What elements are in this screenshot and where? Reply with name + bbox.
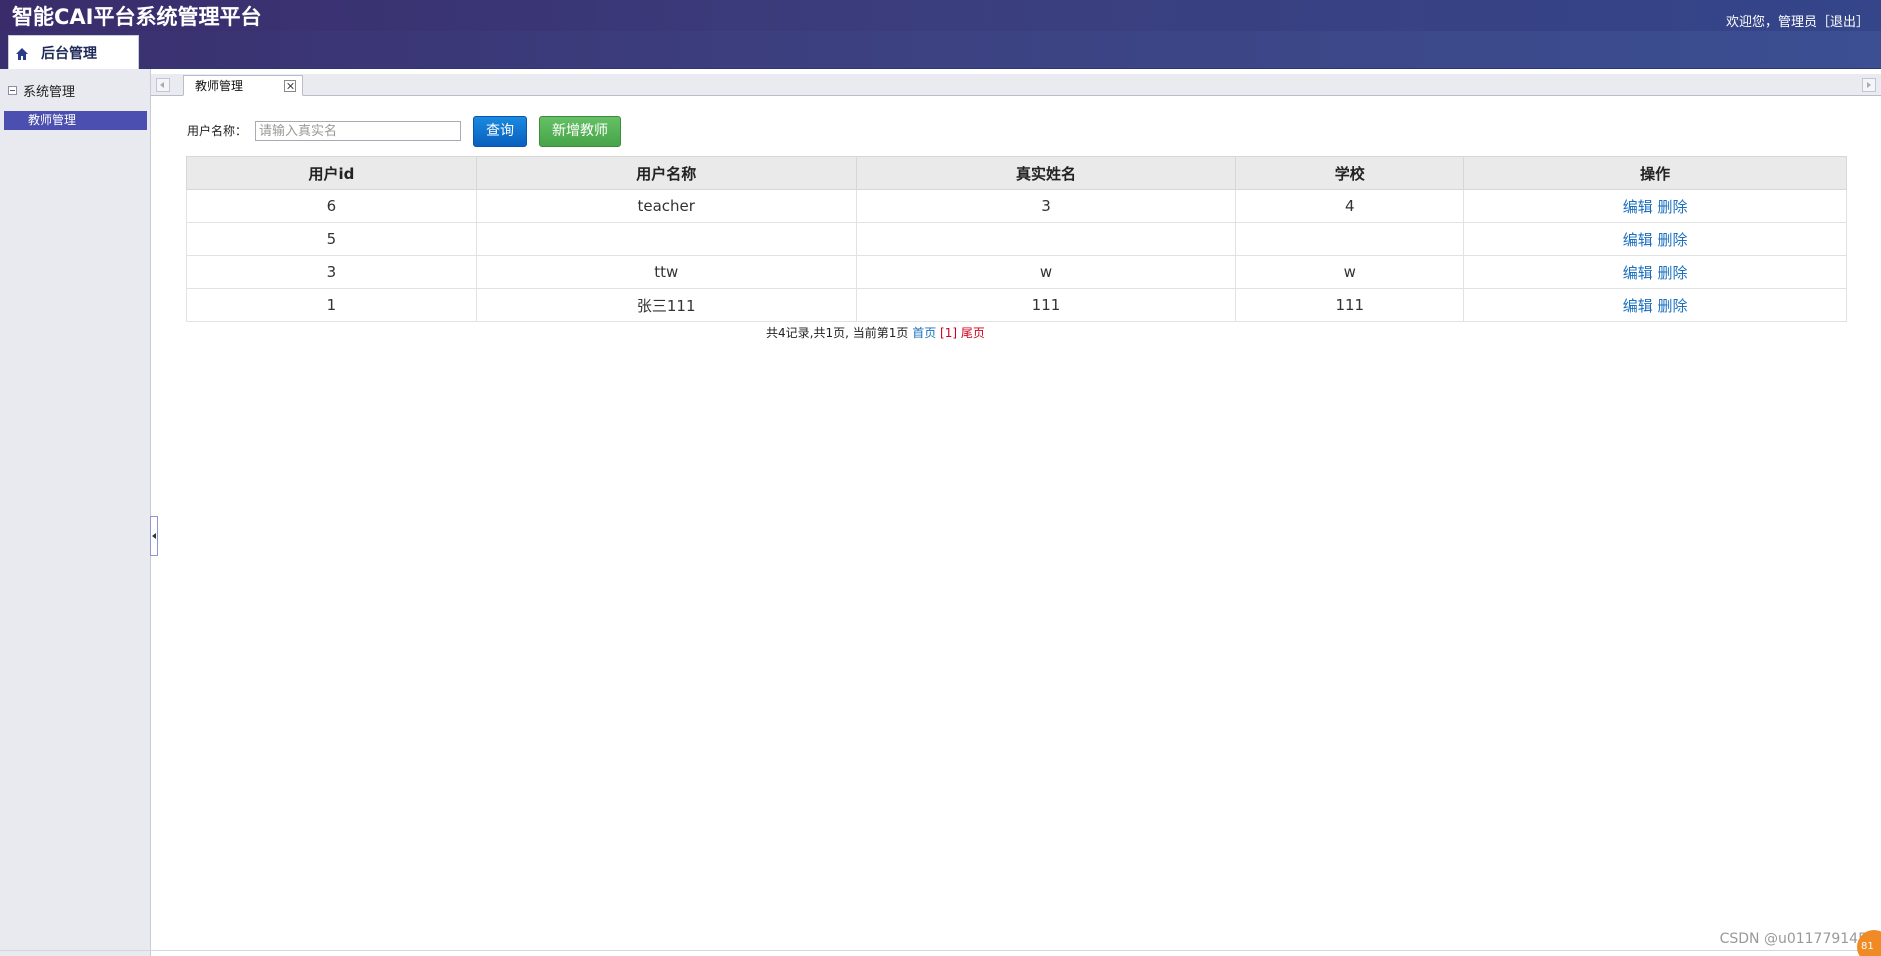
table-row: 3 ttw w w 编辑 删除 (186, 255, 1847, 289)
column-header-username: 用户名称 (475, 156, 857, 190)
tab-scroll-left-icon[interactable] (156, 78, 170, 92)
column-header-school: 学校 (1235, 156, 1465, 190)
cell-id: 1 (186, 288, 477, 322)
pagination-summary: 共4记录,共1页, 当前第1页 (766, 326, 909, 340)
bottom-divider (0, 950, 1881, 951)
home-icon (15, 46, 29, 60)
delete-link[interactable]: 删除 (1658, 264, 1688, 282)
cell-realname: w (855, 255, 1237, 289)
current-page-indicator: [1] (940, 326, 958, 340)
add-teacher-button[interactable]: 新增教师 (539, 116, 621, 147)
teacher-table: 用户id 用户名称 真实姓名 学校 操作 6 teacher 3 4 编辑 删除… (186, 156, 1847, 322)
delete-link[interactable]: 删除 (1658, 297, 1688, 315)
sidebar-section-label: 系统管理 (23, 85, 76, 100)
cell-school (1235, 222, 1465, 256)
delete-link[interactable]: 删除 (1658, 231, 1688, 249)
tab-close-icon[interactable] (284, 80, 296, 92)
cell-realname: 111 (855, 288, 1237, 322)
cell-realname: 3 (855, 189, 1237, 223)
cell-school: 4 (1235, 189, 1465, 223)
cell-actions: 编辑 删除 (1463, 189, 1847, 223)
table-row: 6 teacher 3 4 编辑 删除 (186, 189, 1847, 223)
tab-scroll-right-icon[interactable] (1862, 78, 1876, 92)
cell-username: teacher (475, 189, 857, 223)
realname-search-input[interactable] (255, 121, 461, 141)
column-header-id: 用户id (186, 156, 477, 190)
sidebar-section-system[interactable]: 系统管理 (8, 81, 75, 100)
tab-label: 教师管理 (195, 79, 244, 93)
delete-link[interactable]: 删除 (1658, 198, 1688, 216)
logout-link[interactable]: ［退出］ (1817, 15, 1869, 30)
main-tab-label: 后台管理 (41, 45, 97, 62)
cell-id: 5 (186, 222, 477, 256)
sidebar-collapse-handle[interactable] (150, 516, 158, 556)
app-title: 智能CAI平台系统管理平台 (12, 5, 262, 29)
cell-realname (855, 222, 1237, 256)
cell-username: ttw (475, 255, 857, 289)
cell-actions: 编辑 删除 (1463, 222, 1847, 256)
welcome-text: 欢迎您，管理员 (1725, 15, 1817, 30)
sidebar: 系统管理 教师管理 (0, 69, 151, 956)
column-header-actions: 操作 (1463, 156, 1847, 190)
csdn-watermark: CSDN @u011779145 (1719, 931, 1867, 947)
cell-school: 111 (1235, 288, 1465, 322)
table-row: 1 张三111 111 111 编辑 删除 (186, 288, 1847, 322)
cell-id: 6 (186, 189, 477, 223)
query-button[interactable]: 查询 (473, 116, 527, 147)
edit-link[interactable]: 编辑 (1623, 264, 1653, 282)
top-header: 智能CAI平台系统管理平台 欢迎您，管理员［退出］ (0, 0, 1881, 31)
table-header-row: 用户id 用户名称 真实姓名 学校 操作 (186, 156, 1847, 190)
pagination: 共4记录,共1页, 当前第1页 首页 [1] 尾页 (766, 324, 985, 341)
main-tab-admin[interactable]: 后台管理 (8, 35, 139, 69)
main-tab-bar: 后台管理 (0, 31, 1881, 69)
cell-username (475, 222, 857, 256)
edit-link[interactable]: 编辑 (1623, 198, 1653, 216)
edit-link[interactable]: 编辑 (1623, 231, 1653, 249)
cell-school: w (1235, 255, 1465, 289)
cell-id: 3 (186, 255, 477, 289)
last-page-link[interactable]: 尾页 (961, 326, 985, 340)
table-row: 5 编辑 删除 (186, 222, 1847, 256)
column-header-realname: 真实姓名 (855, 156, 1237, 190)
search-label: 用户名称： (187, 124, 248, 138)
content-tab-strip: 教师管理 (151, 74, 1881, 96)
edit-link[interactable]: 编辑 (1623, 297, 1653, 315)
tab-teacher-management[interactable]: 教师管理 (183, 75, 303, 96)
first-page-link[interactable]: 首页 (912, 326, 936, 340)
cell-actions: 编辑 删除 (1463, 255, 1847, 289)
cell-username: 张三111 (475, 288, 857, 322)
sidebar-item-teacher-management[interactable]: 教师管理 (4, 111, 147, 130)
cell-actions: 编辑 删除 (1463, 288, 1847, 322)
collapse-minus-icon (8, 86, 17, 95)
user-info: 欢迎您，管理员［退出］ (1726, 11, 1869, 30)
